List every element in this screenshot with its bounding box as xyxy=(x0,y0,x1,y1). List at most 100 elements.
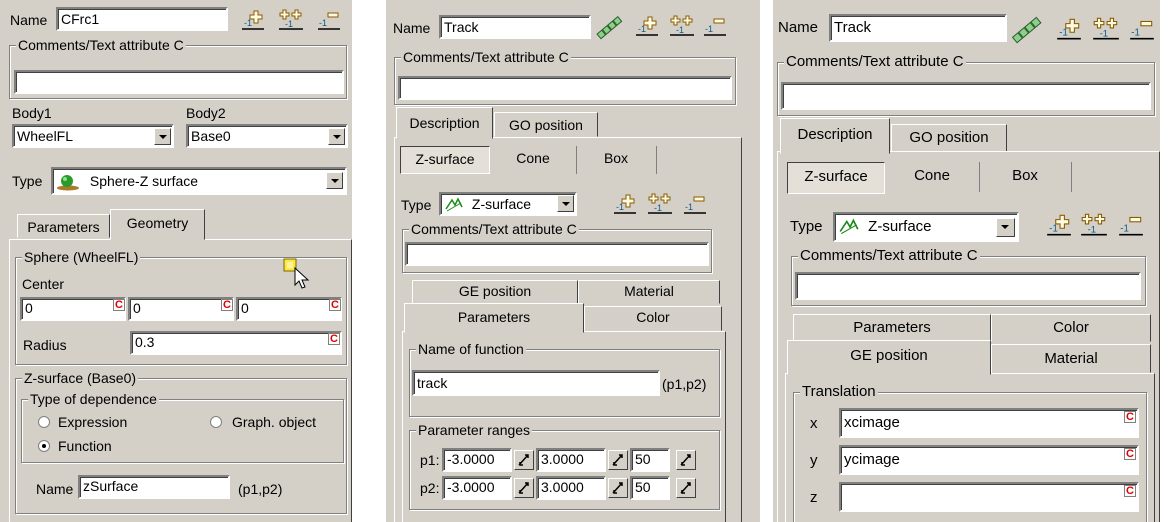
comments-input[interactable] xyxy=(398,76,732,100)
add-multiple-icon[interactable]: -1 xyxy=(1079,212,1109,238)
comments2-input[interactable] xyxy=(795,272,1141,300)
add-element-icon[interactable]: -1 xyxy=(240,8,266,32)
add-element-icon[interactable]: -1 xyxy=(634,14,660,38)
remove-element-icon[interactable]: -1 xyxy=(316,8,342,32)
tab-material[interactable]: Material xyxy=(578,280,720,304)
c-marker-icon[interactable]: C xyxy=(1124,411,1136,423)
center-z-input[interactable]: 0 xyxy=(236,297,342,321)
radio-expression-label: Expression xyxy=(58,414,128,430)
chevron-down-icon[interactable] xyxy=(996,218,1015,237)
name-input[interactable]: Track xyxy=(829,14,1007,42)
subtab-cone[interactable]: Cone xyxy=(490,146,577,174)
spin-arrows-icon[interactable] xyxy=(608,478,628,498)
c-marker-icon[interactable]: C xyxy=(221,299,233,311)
subtab-z-surface[interactable]: Z-surface xyxy=(400,146,490,174)
tab-go-position[interactable]: GO position xyxy=(494,112,598,137)
add-multiple-icon[interactable]: -1 xyxy=(668,14,696,38)
chevron-down-icon[interactable] xyxy=(557,195,574,212)
add-multiple-icon[interactable]: -1 xyxy=(646,192,674,216)
add-multiple-icon[interactable]: -1 xyxy=(1091,16,1121,42)
tab-parameters[interactable]: Parameters xyxy=(793,314,991,342)
tab-parameters[interactable]: Parameters xyxy=(404,303,584,333)
panel-track-parameters: Name Track -1 -1 -1 Comments/Text attrib… xyxy=(386,0,760,522)
radius-label: Radius xyxy=(23,337,67,353)
p1-max-input[interactable]: 3.0000 xyxy=(536,448,606,472)
radio-function[interactable] xyxy=(38,440,50,452)
y-input[interactable]: ycimage xyxy=(839,445,1139,475)
comments-legend: Comments/Text attribute C xyxy=(784,53,966,70)
c-marker-icon[interactable]: C xyxy=(1124,448,1136,460)
radius-input[interactable]: 0.3 xyxy=(130,331,342,355)
add-element-icon[interactable]: -1 xyxy=(1055,16,1083,42)
tab-parameters[interactable]: Parameters xyxy=(17,214,110,238)
body1-value: WheelFL xyxy=(17,128,74,144)
radio-function-label: Function xyxy=(58,438,112,454)
add-element-icon[interactable]: -1 xyxy=(1045,212,1073,238)
spin-arrows-icon[interactable] xyxy=(514,450,534,470)
tab-ge-position[interactable]: GE position xyxy=(787,340,991,375)
center-x-input[interactable]: 0 xyxy=(20,297,126,321)
type-value: Sphere-Z surface xyxy=(89,173,199,189)
add-element-icon[interactable]: -1 xyxy=(612,192,638,216)
tab-description[interactable]: Description xyxy=(780,118,890,154)
comments-legend: Comments/Text attribute C xyxy=(16,37,186,53)
remove-element-icon[interactable]: -1 xyxy=(702,14,728,38)
tab-description[interactable]: Description xyxy=(396,107,493,139)
tab-color[interactable]: Color xyxy=(584,306,722,331)
z-input[interactable] xyxy=(839,482,1139,512)
radio-expression[interactable] xyxy=(38,416,50,428)
c-marker-icon[interactable]: C xyxy=(329,299,341,311)
z-surface-icon xyxy=(445,197,463,212)
comments-input[interactable] xyxy=(781,82,1151,110)
translation-legend: Translation xyxy=(800,383,878,400)
spin-arrows-icon[interactable] xyxy=(514,478,534,498)
chevron-down-icon[interactable] xyxy=(326,172,343,189)
chevron-down-icon[interactable] xyxy=(154,128,171,145)
p2-max-input[interactable]: 3.0000 xyxy=(536,476,606,500)
c-marker-icon[interactable]: C xyxy=(113,299,125,311)
remove-element-icon[interactable]: -1 xyxy=(1117,212,1145,238)
center-y-input[interactable]: 0 xyxy=(128,297,234,321)
subtab-cone[interactable]: Cone xyxy=(885,162,980,192)
body1-label: Body1 xyxy=(12,105,52,121)
function-input[interactable]: track xyxy=(412,370,660,396)
tab-color[interactable]: Color xyxy=(991,314,1151,342)
comments2-input[interactable] xyxy=(405,242,709,266)
p1-steps-input[interactable]: 50 xyxy=(630,448,670,472)
c-marker-icon[interactable]: C xyxy=(1124,485,1136,497)
spin-arrows-icon[interactable] xyxy=(676,450,696,470)
p1-min-input[interactable]: -3.0000 xyxy=(442,448,512,472)
remove-element-icon[interactable]: -1 xyxy=(1128,16,1156,42)
comments-input[interactable] xyxy=(14,70,344,94)
subtab-z-surface[interactable]: Z-surface xyxy=(787,162,885,194)
function-name-input[interactable]: zSurface xyxy=(78,475,230,499)
body1-select[interactable]: WheelFL xyxy=(12,124,174,148)
spin-arrows-icon[interactable] xyxy=(676,478,696,498)
panel-track-ge-position: Name Track -1 -1 -1 Comments/Text attrib… xyxy=(773,0,1160,522)
spin-arrows-icon[interactable] xyxy=(608,450,628,470)
svg-text:-1: -1 xyxy=(319,18,327,28)
remove-element-icon[interactable]: -1 xyxy=(682,192,708,216)
p2-steps-input[interactable]: 50 xyxy=(630,476,670,500)
subtab-box[interactable]: Box xyxy=(576,146,657,174)
p2-min-input[interactable]: -3.0000 xyxy=(442,476,512,500)
type-label: Type xyxy=(12,173,43,189)
tab-ge-position[interactable]: GE position xyxy=(412,280,578,304)
name-input[interactable]: Track xyxy=(439,15,591,39)
radio-graph-object[interactable] xyxy=(210,416,222,428)
tab-material[interactable]: Material xyxy=(991,344,1151,373)
c-marker-icon[interactable]: C xyxy=(328,333,340,345)
name-label: Name xyxy=(10,12,48,28)
chevron-down-icon[interactable] xyxy=(328,128,345,145)
type-select[interactable]: Z-surface xyxy=(833,212,1019,242)
svg-text:-1: -1 xyxy=(616,202,624,212)
tab-go-position[interactable]: GO position xyxy=(891,124,1007,152)
tab-geometry[interactable]: Geometry xyxy=(110,209,205,240)
type-select[interactable]: Sphere-Z surface xyxy=(51,167,347,195)
subtab-box[interactable]: Box xyxy=(979,162,1072,192)
type-select[interactable]: Z-surface xyxy=(439,192,577,216)
x-input[interactable]: xcimage xyxy=(839,408,1139,438)
name-input[interactable]: CFrc1 xyxy=(56,7,228,31)
body2-select[interactable]: Base0 xyxy=(186,124,348,148)
add-multiple-icon[interactable]: -1 xyxy=(277,8,305,32)
